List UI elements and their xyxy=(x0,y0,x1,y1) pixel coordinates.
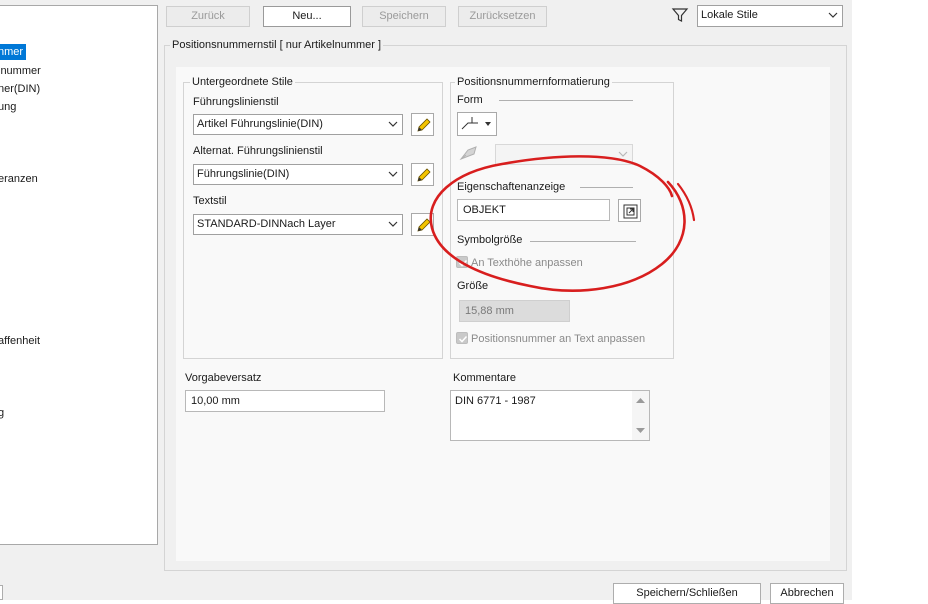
tree-item[interactable]: g xyxy=(0,405,4,421)
back-button[interactable]: Zurück xyxy=(166,6,250,27)
edit-alt-leader-style-button[interactable] xyxy=(411,163,434,186)
chevron-down-icon xyxy=(618,151,628,157)
leader-style-select[interactable]: Artikel Führungslinie(DIN) xyxy=(193,114,403,135)
leader-symbol-icon xyxy=(458,143,480,166)
tree-item[interactable]: ung xyxy=(0,99,16,115)
fit-balloon-label: Positionsnummer an Text anpassen xyxy=(471,333,646,345)
text-style-select[interactable]: STANDARD-DINNach Layer xyxy=(193,214,403,235)
property-display-label: Eigenschaftenanzeige xyxy=(457,181,566,193)
default-offset-label: Vorgabeversatz xyxy=(185,372,262,384)
filter-icon[interactable] xyxy=(671,6,689,27)
style-filter-select[interactable]: Lokale Stile xyxy=(697,5,843,27)
size-field[interactable]: 15,88 mm xyxy=(459,300,570,322)
property-chooser-button[interactable] xyxy=(618,199,641,222)
checkmark-icon xyxy=(458,335,468,343)
symbol-size-divider xyxy=(530,241,636,242)
group-title: Positionsnummernstil [ nur Artikelnummer… xyxy=(170,38,384,52)
leader-style-label: Führungslinienstil xyxy=(193,96,279,108)
alt-leader-style-select[interactable]: Führungslinie(DIN) xyxy=(193,164,403,185)
comments-textarea[interactable]: DIN 6771 - 1987 xyxy=(450,390,650,441)
balloon-format-title: Positionsnummernformatierung xyxy=(455,75,612,89)
symbol-size-label: Symbolgröße xyxy=(457,234,523,246)
edit-leader-style-button[interactable] xyxy=(411,113,434,136)
tree-item[interactable]: lnummer xyxy=(0,63,41,79)
scroll-arrows-icon xyxy=(636,398,645,433)
style-filter-value: Lokale Stile xyxy=(701,9,758,21)
new-button[interactable]: Neu... xyxy=(263,6,351,27)
chevron-down-icon xyxy=(388,221,398,227)
comments-scrollbar[interactable] xyxy=(632,391,649,440)
tree-item-selected[interactable]: nmer xyxy=(0,44,27,60)
cancel-button[interactable]: Abbrechen xyxy=(770,583,844,604)
default-offset-field[interactable]: 10,00 mm xyxy=(185,390,385,412)
save-close-button[interactable]: Speichern/Schließen xyxy=(613,583,761,604)
leader-symbol-select[interactable] xyxy=(495,144,633,165)
style-tree-panel[interactable]: nmer lnummer ner(DIN) ung eranzen affenh… xyxy=(0,5,158,545)
text-style-label: Textstil xyxy=(193,195,227,207)
property-chooser-icon xyxy=(623,204,638,219)
fit-balloon-checkbox[interactable] xyxy=(456,332,468,344)
checkmark-icon xyxy=(458,259,468,267)
save-button[interactable]: Speichern xyxy=(362,6,446,27)
comments-text: DIN 6771 - 1987 xyxy=(455,395,536,407)
alt-leader-style-label: Alternat. Führungslinienstil xyxy=(193,145,323,157)
text-style-value: STANDARD-DINNach Layer xyxy=(197,218,336,230)
leader-style-value: Artikel Führungslinie(DIN) xyxy=(197,118,323,130)
property-display-divider xyxy=(580,187,633,188)
pencil-icon xyxy=(417,218,431,232)
fit-text-height-checkbox[interactable] xyxy=(456,256,468,268)
fit-text-height-label: An Texthöhe anpassen xyxy=(471,257,583,269)
balloon-shape-dropdown[interactable] xyxy=(457,112,497,136)
shape-divider xyxy=(499,100,633,101)
chevron-down-icon xyxy=(828,12,838,18)
pencil-icon xyxy=(417,118,431,132)
edit-text-style-button[interactable] xyxy=(411,213,434,236)
tree-item[interactable]: eranzen xyxy=(0,171,38,187)
size-label: Größe xyxy=(457,280,489,292)
tree-item[interactable]: affenheit xyxy=(0,333,40,349)
balloon-shape-icon xyxy=(461,117,491,130)
property-display-field[interactable]: OBJEKT xyxy=(457,199,610,221)
reset-button[interactable]: Zurücksetzen xyxy=(458,6,547,27)
shape-label: Form xyxy=(457,94,483,106)
chevron-down-icon xyxy=(388,121,398,127)
footer-left-button-edge[interactable] xyxy=(0,585,3,600)
chevron-down-icon xyxy=(388,171,398,177)
alt-leader-style-value: Führungslinie(DIN) xyxy=(197,168,290,180)
tree-item[interactable]: ner(DIN) xyxy=(0,81,40,97)
pencil-icon xyxy=(417,168,431,182)
sub-styles-title: Untergeordnete Stile xyxy=(190,75,295,89)
comments-label: Kommentare xyxy=(453,372,516,384)
